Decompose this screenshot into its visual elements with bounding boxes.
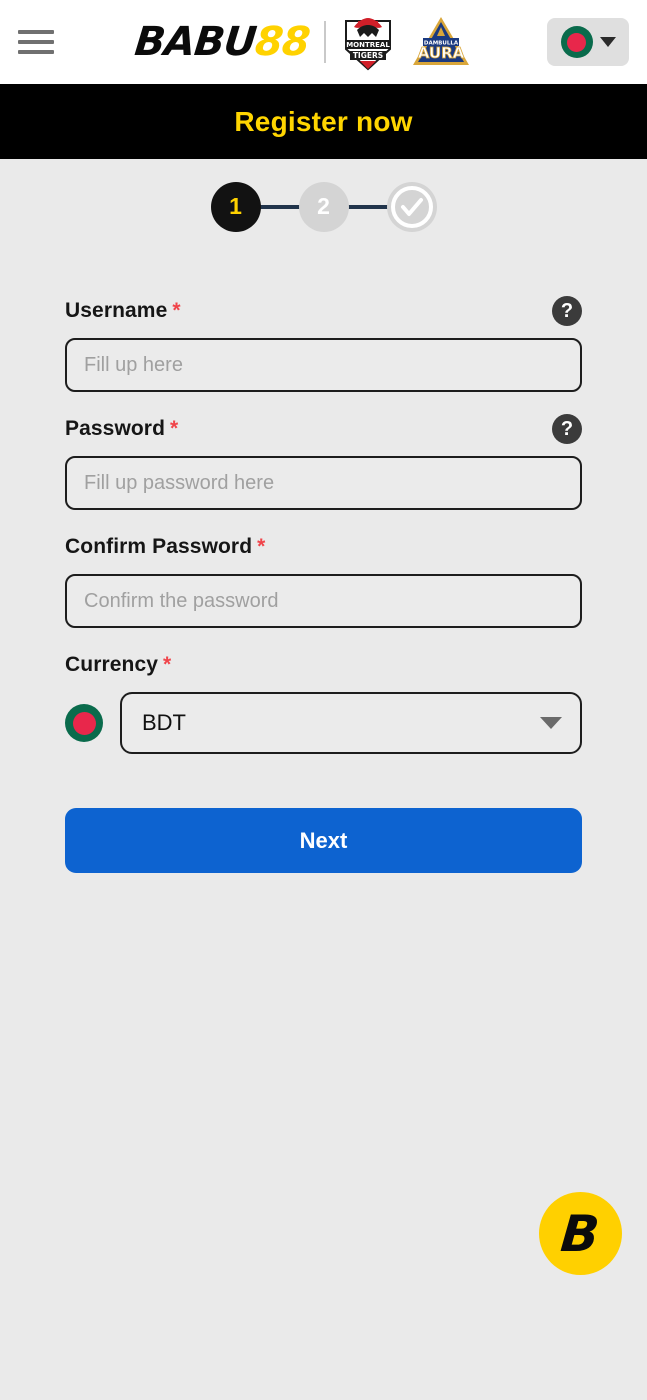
confirm-password-label: Confirm Password * (65, 535, 265, 559)
svg-text:AURA: AURA (417, 44, 464, 62)
brand-area: BABU88 MONTREAL TIGERS DAMBULLA AURA (60, 13, 547, 71)
currency-selected-value: BDT (142, 710, 186, 735)
registration-form: Username* ? Password* ? Confirm Password… (0, 254, 647, 873)
password-label-text: Password (65, 417, 166, 440)
currency-label: Currency * (65, 653, 171, 677)
hamburger-menu-icon[interactable] (18, 27, 54, 57)
step-2[interactable]: 2 (298, 181, 349, 232)
currency-row: BDT (65, 692, 582, 754)
password-label: Password * (65, 417, 178, 441)
confirm-password-input[interactable] (65, 574, 582, 628)
username-help-icon[interactable]: ? (552, 296, 582, 326)
page-title: Register now (234, 105, 413, 137)
app-header: BABU88 MONTREAL TIGERS DAMBULLA AURA (0, 0, 647, 84)
password-input[interactable] (65, 456, 582, 510)
required-asterisk: * (172, 299, 181, 322)
hamburger-bar (18, 30, 54, 34)
dambulla-aura-logo-icon: DAMBULLA AURA (410, 14, 472, 70)
hamburger-bar (18, 40, 54, 44)
currency-label-row: Currency * (65, 650, 582, 680)
check-circle-icon (390, 185, 433, 228)
step-1-label: 1 (229, 193, 242, 219)
bangladesh-flag-icon (65, 704, 103, 742)
language-selector[interactable] (547, 18, 629, 66)
currency-select-wrap: BDT (120, 692, 582, 754)
montreal-tigers-logo-icon: MONTREAL TIGERS (340, 13, 396, 71)
svg-text:TIGERS: TIGERS (352, 51, 382, 60)
currency-select[interactable]: BDT (120, 692, 582, 754)
username-label-text: Username (65, 299, 168, 322)
username-label: Username * (65, 299, 181, 323)
hamburger-bar (18, 50, 54, 54)
step-indicator: 1 2 (0, 159, 647, 254)
password-field-group: Password * ? (65, 414, 582, 510)
babu88-logo[interactable]: BABU88 (133, 19, 312, 65)
required-asterisk: * (257, 535, 266, 558)
flag-red-dot (567, 32, 586, 52)
register-banner: Register now (0, 84, 647, 159)
step-3-complete[interactable] (386, 181, 437, 232)
step-2-label: 2 (317, 193, 330, 219)
password-label-row: Password * ? (65, 414, 582, 444)
flag-red-dot (72, 711, 96, 735)
chevron-down-icon (599, 37, 616, 47)
next-button[interactable]: Next (65, 808, 582, 873)
password-help-icon[interactable]: ? (552, 414, 582, 444)
brand-divider (323, 21, 326, 63)
step-connector (345, 204, 390, 209)
username-field-group: Username * ? (65, 296, 582, 392)
confirm-password-field-group: Confirm Password * (65, 532, 582, 628)
username-input[interactable] (65, 338, 582, 392)
required-asterisk: * (170, 417, 179, 440)
logo-accent-text: 88 (253, 19, 312, 65)
username-label-row: Username * ? (65, 296, 582, 326)
bangladesh-flag-icon (560, 26, 593, 58)
currency-label-text: Currency (65, 653, 159, 676)
step-1[interactable]: 1 (210, 181, 261, 232)
confirm-password-label-row: Confirm Password * (65, 532, 582, 562)
currency-field-group: Currency * BDT (65, 650, 582, 754)
support-fab-button[interactable]: B (539, 1192, 622, 1275)
step-connector (257, 204, 302, 209)
babu-b-icon: B (558, 1204, 603, 1263)
confirm-password-label-text: Confirm Password (65, 535, 253, 558)
svg-text:MONTREAL: MONTREAL (346, 41, 390, 49)
required-asterisk: * (163, 653, 172, 676)
logo-primary-text: BABU (133, 19, 259, 65)
